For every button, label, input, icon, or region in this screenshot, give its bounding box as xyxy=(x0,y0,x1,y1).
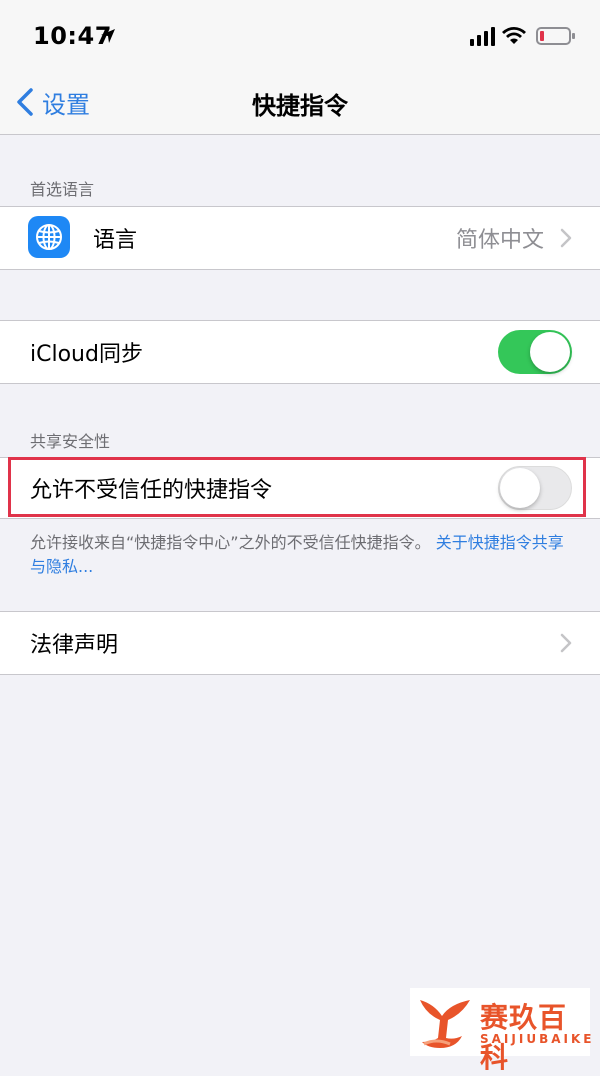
icloud-sync-cell: iCloud同步 xyxy=(0,321,600,383)
language-group: 语言 简体中文 xyxy=(0,206,600,270)
legal-notice-label: 法律声明 xyxy=(30,633,119,658)
globe-icon xyxy=(28,216,70,258)
location-arrow-icon xyxy=(101,29,115,43)
footer-text: 允许接收来自“快捷指令中心”之外的不受信任快捷指令。 xyxy=(30,533,431,552)
watermark-subtitle: SAIJIUBAIKE xyxy=(480,1032,595,1046)
language-cell[interactable]: 语言 简体中文 xyxy=(0,207,600,269)
icloud-sync-toggle[interactable] xyxy=(498,330,572,374)
battery-icon xyxy=(536,27,575,45)
section-header-shared-security: 共享安全性 xyxy=(30,432,111,451)
section-header-preferred-language: 首选语言 xyxy=(30,180,95,199)
highlight-annotation xyxy=(8,457,586,517)
watermark-logo: 赛玖百科 SAIJIUBAIKE xyxy=(410,988,591,1074)
wifi-icon xyxy=(502,27,526,44)
chevron-right-icon xyxy=(560,633,572,653)
page-title: 快捷指令 xyxy=(252,92,348,120)
language-label: 语言 xyxy=(93,228,138,253)
icloud-sync-label: iCloud同步 xyxy=(30,342,143,367)
language-value: 简体中文 xyxy=(455,228,544,253)
cellular-signal-icon xyxy=(470,27,495,46)
toggle-knob xyxy=(530,332,570,372)
chevron-right-icon xyxy=(560,228,572,248)
icloud-group: iCloud同步 xyxy=(0,320,600,384)
whale-tail-icon xyxy=(420,1000,470,1048)
navigation-bar: 设置 快捷指令 xyxy=(0,72,600,135)
legal-notice-cell[interactable]: 法律声明 xyxy=(0,612,600,674)
legal-group: 法律声明 xyxy=(0,611,600,675)
footer-note: 允许接收来自“快捷指令中心”之外的不受信任快捷指令。 关于快捷指令共享与隐私..… xyxy=(30,531,578,579)
status-bar: 10:47 xyxy=(0,0,600,72)
